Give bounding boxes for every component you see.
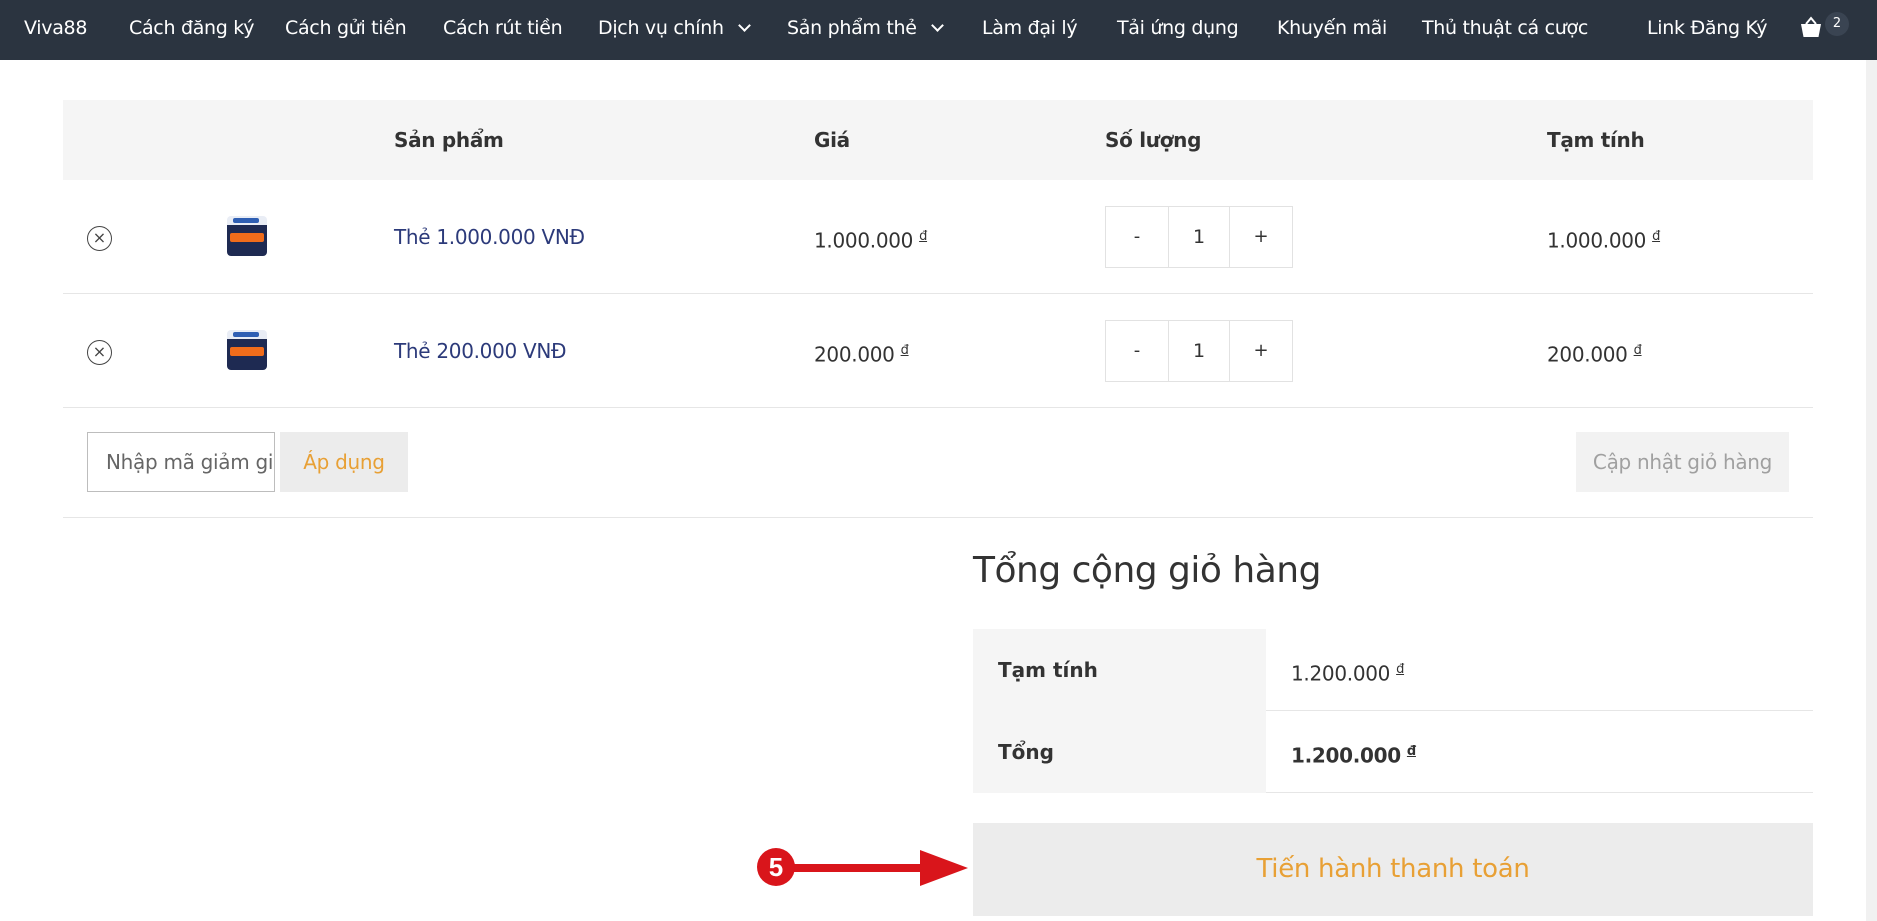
subtotal-label: Tạm tính — [973, 629, 1266, 711]
product-price: 200.000 đ — [814, 294, 909, 408]
cart-table-header: Sản phẩm Giá Số lượng Tạm tính — [63, 100, 1813, 180]
nav-item-link-dang-ky[interactable]: Link Đăng Ký — [1647, 0, 1767, 60]
subtotal-value: 1.000.000 — [1547, 228, 1647, 253]
remove-item-icon[interactable]: × — [87, 340, 112, 365]
shopping-basket-icon[interactable] — [1800, 15, 1822, 39]
cart-totals-title: Tổng cộng giỏ hàng — [973, 550, 1321, 591]
quantity-stepper: - 1 + — [1105, 320, 1293, 382]
nav-item-khuyen-mai[interactable]: Khuyến mãi — [1277, 0, 1387, 60]
price-value: 1.000.000 — [814, 228, 914, 253]
brand-link[interactable]: Viva88 — [24, 0, 87, 60]
chevron-down-icon — [737, 19, 751, 32]
subtotal-value: 200.000 — [1547, 342, 1628, 367]
currency-symbol: đ — [1633, 343, 1642, 358]
increase-quantity-button[interactable]: + — [1230, 207, 1292, 267]
subtotal-value: 1.200.000 — [1291, 661, 1391, 686]
header-price: Giá — [814, 128, 850, 152]
cart-count-badge: 2 — [1825, 12, 1849, 36]
header-product: Sản phẩm — [394, 128, 504, 152]
currency-symbol: đ — [919, 229, 928, 244]
nav-item-label: Sản phẩm thẻ — [787, 17, 917, 39]
total-amount: 1.200.000 đ — [1291, 711, 1416, 793]
product-price: 1.000.000 đ — [814, 180, 927, 294]
totals-row-total: Tổng 1.200.000 đ — [973, 711, 1813, 793]
line-subtotal: 1.000.000 đ — [1547, 180, 1660, 294]
chevron-down-icon — [930, 19, 944, 32]
total-label: Tổng — [973, 711, 1266, 793]
currency-symbol: đ — [900, 343, 909, 358]
decrease-quantity-button[interactable]: - — [1106, 207, 1168, 267]
proceed-to-checkout-button[interactable]: Tiến hành thanh toán — [973, 823, 1813, 916]
header-quantity: Số lượng — [1105, 128, 1202, 152]
total-value: 1.200.000 — [1291, 743, 1401, 768]
table-row: × Thẻ 1.000.000 VNĐ 1.000.000 đ - 1 + 1.0… — [63, 180, 1813, 294]
nav-item-thu-thuat-ca-cuoc[interactable]: Thủ thuật cá cược — [1422, 0, 1588, 60]
nav-item-tai-ung-dung[interactable]: Tải ứng dụng — [1117, 0, 1239, 60]
update-cart-button[interactable]: Cập nhật giỏ hàng — [1576, 432, 1789, 492]
logo-image — [233, 332, 259, 337]
quantity-input[interactable]: 1 — [1168, 207, 1230, 267]
card-band — [230, 233, 264, 242]
product-name-link[interactable]: Thẻ 1.000.000 VNĐ — [394, 180, 585, 294]
table-row: × Thẻ 200.000 VNĐ 200.000 đ - 1 + 200.000… — [63, 294, 1813, 408]
product-thumbnail[interactable] — [227, 330, 267, 370]
increase-quantity-button[interactable]: + — [1230, 321, 1292, 381]
card-band — [230, 347, 264, 356]
subtotal-amount: 1.200.000 đ — [1291, 629, 1404, 711]
nav-item-san-pham-the[interactable]: Sản phẩm thẻ — [787, 0, 944, 60]
currency-symbol: đ — [1652, 229, 1661, 244]
totals-row-subtotal: Tạm tính 1.200.000 đ — [973, 629, 1813, 711]
step-number-badge: 5 — [757, 848, 795, 886]
price-value: 200.000 — [814, 342, 895, 367]
currency-symbol: đ — [1396, 662, 1405, 677]
product-thumbnail[interactable] — [227, 216, 267, 256]
nav-item-cach-rut-tien[interactable]: Cách rút tiền — [443, 0, 563, 60]
coupon-input[interactable]: Nhập mã giảm giá — [87, 432, 275, 492]
nav-item-lam-dai-ly[interactable]: Làm đại lý — [982, 0, 1078, 60]
quantity-stepper: - 1 + — [1105, 206, 1293, 268]
quantity-input[interactable]: 1 — [1168, 321, 1230, 381]
nav-item-cach-dang-ky[interactable]: Cách đăng ký — [129, 0, 255, 60]
line-subtotal: 200.000 đ — [1547, 294, 1642, 408]
nav-item-cach-gui-tien[interactable]: Cách gửi tiền — [285, 0, 407, 60]
remove-item-icon[interactable]: × — [87, 226, 112, 251]
nav-item-dich-vu-chinh[interactable]: Dịch vụ chính — [598, 0, 751, 60]
decrease-quantity-button[interactable]: - — [1106, 321, 1168, 381]
logo-image — [233, 218, 259, 223]
scrollbar[interactable] — [1866, 60, 1877, 921]
nav-item-label: Dịch vụ chính — [598, 17, 724, 39]
currency-symbol: đ — [1406, 744, 1416, 759]
product-name-link[interactable]: Thẻ 200.000 VNĐ — [394, 294, 567, 408]
annotation-arrow-icon — [790, 850, 968, 886]
cart-actions: Nhập mã giảm giá Áp dụng Cập nhật giỏ hà… — [63, 408, 1813, 518]
header-subtotal: Tạm tính — [1547, 128, 1645, 152]
apply-coupon-button[interactable]: Áp dụng — [280, 432, 408, 492]
top-navbar: Viva88 Cách đăng ký Cách gửi tiền Cách r… — [0, 0, 1877, 60]
